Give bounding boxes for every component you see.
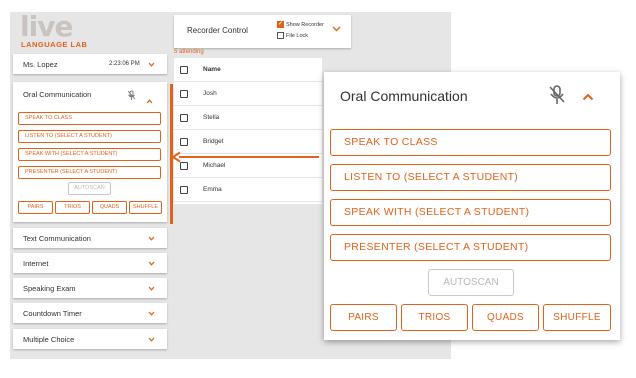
show-recorder-option[interactable]: ✓ Show Recorder bbox=[277, 21, 324, 28]
chevron-down-icon[interactable] bbox=[148, 286, 155, 291]
oral-communication-panel-large: Oral Communication SPEAK TO CLASS LISTEN… bbox=[324, 72, 620, 340]
section-speaking-exam[interactable]: Speaking Exam bbox=[13, 278, 167, 298]
recorder-control-label: Recorder Control bbox=[187, 26, 248, 35]
speak-to-class-button-small[interactable]: SPEAK TO CLASS bbox=[18, 112, 161, 125]
logo-word: live bbox=[20, 10, 73, 43]
quads-button-small[interactable]: QUADS bbox=[92, 201, 127, 214]
pairs-button-small[interactable]: PAIRS bbox=[18, 201, 53, 214]
recorder-control-card: Recorder Control ✓ Show Recorder File Lo… bbox=[174, 15, 351, 48]
student-name: Stella bbox=[203, 114, 220, 121]
speak-to-class-button[interactable]: SPEAK TO CLASS bbox=[330, 129, 611, 156]
chevron-down-icon[interactable] bbox=[148, 261, 155, 266]
section-label: Internet bbox=[23, 259, 49, 268]
chevron-down-icon[interactable] bbox=[148, 311, 155, 316]
roster-header: Name bbox=[174, 58, 322, 82]
student-checkbox[interactable] bbox=[180, 90, 188, 98]
section-label: Text Communication bbox=[23, 234, 91, 243]
oral-communication-title: Oral Communication bbox=[340, 88, 468, 104]
logo-subtitle: LANGUAGE LAB bbox=[21, 40, 88, 49]
chevron-down-icon[interactable] bbox=[332, 26, 341, 32]
teacher-name: Ms. Lopez bbox=[23, 60, 58, 69]
file-lock-option[interactable]: File Lock bbox=[277, 32, 308, 39]
section-label: Multiple Choice bbox=[23, 335, 75, 344]
section-label: Countdown Timer bbox=[23, 309, 82, 318]
autoscan-button[interactable]: AUTOSCAN bbox=[428, 269, 514, 296]
oral-communication-title: Oral Communication bbox=[23, 90, 92, 99]
student-checkbox[interactable] bbox=[180, 114, 188, 122]
student-name: Emma bbox=[203, 186, 222, 193]
name-column-header: Name bbox=[203, 66, 221, 73]
teacher-selector[interactable]: Ms. Lopez 2:23:06 PM bbox=[13, 54, 167, 74]
chevron-down-icon[interactable] bbox=[148, 62, 155, 67]
section-internet[interactable]: Internet bbox=[13, 253, 167, 273]
speak-with-button[interactable]: SPEAK WITH (SELECT A STUDENT) bbox=[330, 199, 611, 226]
student-name: Bridget bbox=[203, 138, 224, 145]
speak-with-button-small[interactable]: SPEAK WITH (SELECT A STUDENT) bbox=[18, 148, 161, 161]
shuffle-button[interactable]: SHUFFLE bbox=[543, 304, 611, 331]
oral-communication-panel-small: Oral Communication SPEAK TO CLASS LISTEN… bbox=[13, 82, 167, 222]
show-recorder-checkbox[interactable]: ✓ bbox=[277, 21, 284, 28]
select-all-checkbox[interactable] bbox=[180, 66, 188, 74]
student-roster: Name Josh Stella Bridget Michael Emma bbox=[174, 58, 322, 204]
live-language-lab-logo: live LANGUAGE LAB bbox=[20, 10, 87, 49]
student-checkbox[interactable] bbox=[180, 138, 188, 146]
arrow-left-icon bbox=[171, 150, 319, 168]
section-text-communication[interactable]: Text Communication bbox=[13, 228, 167, 248]
listen-to-button[interactable]: LISTEN TO (SELECT A STUDENT) bbox=[330, 164, 611, 191]
pairs-button[interactable]: PAIRS bbox=[330, 304, 397, 331]
quads-button[interactable]: QUADS bbox=[472, 304, 539, 331]
section-countdown-timer[interactable]: Countdown Timer bbox=[13, 303, 167, 323]
student-name: Josh bbox=[203, 90, 217, 97]
autoscan-button-small[interactable]: AUTOSCAN bbox=[68, 182, 111, 195]
trios-button-small[interactable]: TRIOS bbox=[55, 201, 90, 214]
listen-to-button-small[interactable]: LISTEN TO (SELECT A STUDENT) bbox=[18, 130, 161, 143]
student-row[interactable]: Josh bbox=[174, 82, 322, 106]
chevron-down-icon[interactable] bbox=[148, 337, 155, 342]
attending-count: 5 attending bbox=[174, 49, 204, 55]
chevron-up-icon[interactable] bbox=[146, 91, 153, 109]
student-checkbox[interactable] bbox=[180, 186, 188, 194]
shuffle-button-small[interactable]: SHUFFLE bbox=[129, 201, 162, 214]
student-row[interactable]: Emma bbox=[174, 178, 322, 202]
presenter-button[interactable]: PRESENTER (SELECT A STUDENT) bbox=[330, 234, 611, 261]
file-lock-label: File Lock bbox=[286, 32, 309, 39]
student-row[interactable]: Stella bbox=[174, 106, 322, 130]
clock-time: 2:23:06 PM bbox=[109, 61, 140, 67]
section-multiple-choice[interactable]: Multiple Choice bbox=[13, 329, 167, 349]
show-recorder-label: Show Recorder bbox=[286, 21, 324, 28]
chevron-down-icon[interactable] bbox=[148, 236, 155, 241]
chevron-up-icon[interactable] bbox=[582, 88, 594, 106]
presenter-button-small[interactable]: PRESENTER (SELECT A STUDENT) bbox=[18, 166, 161, 179]
file-lock-checkbox[interactable] bbox=[277, 32, 284, 39]
section-label: Speaking Exam bbox=[23, 284, 76, 293]
mic-off-icon[interactable] bbox=[548, 85, 566, 110]
mic-off-icon[interactable] bbox=[127, 88, 136, 106]
trios-button[interactable]: TRIOS bbox=[401, 304, 468, 331]
